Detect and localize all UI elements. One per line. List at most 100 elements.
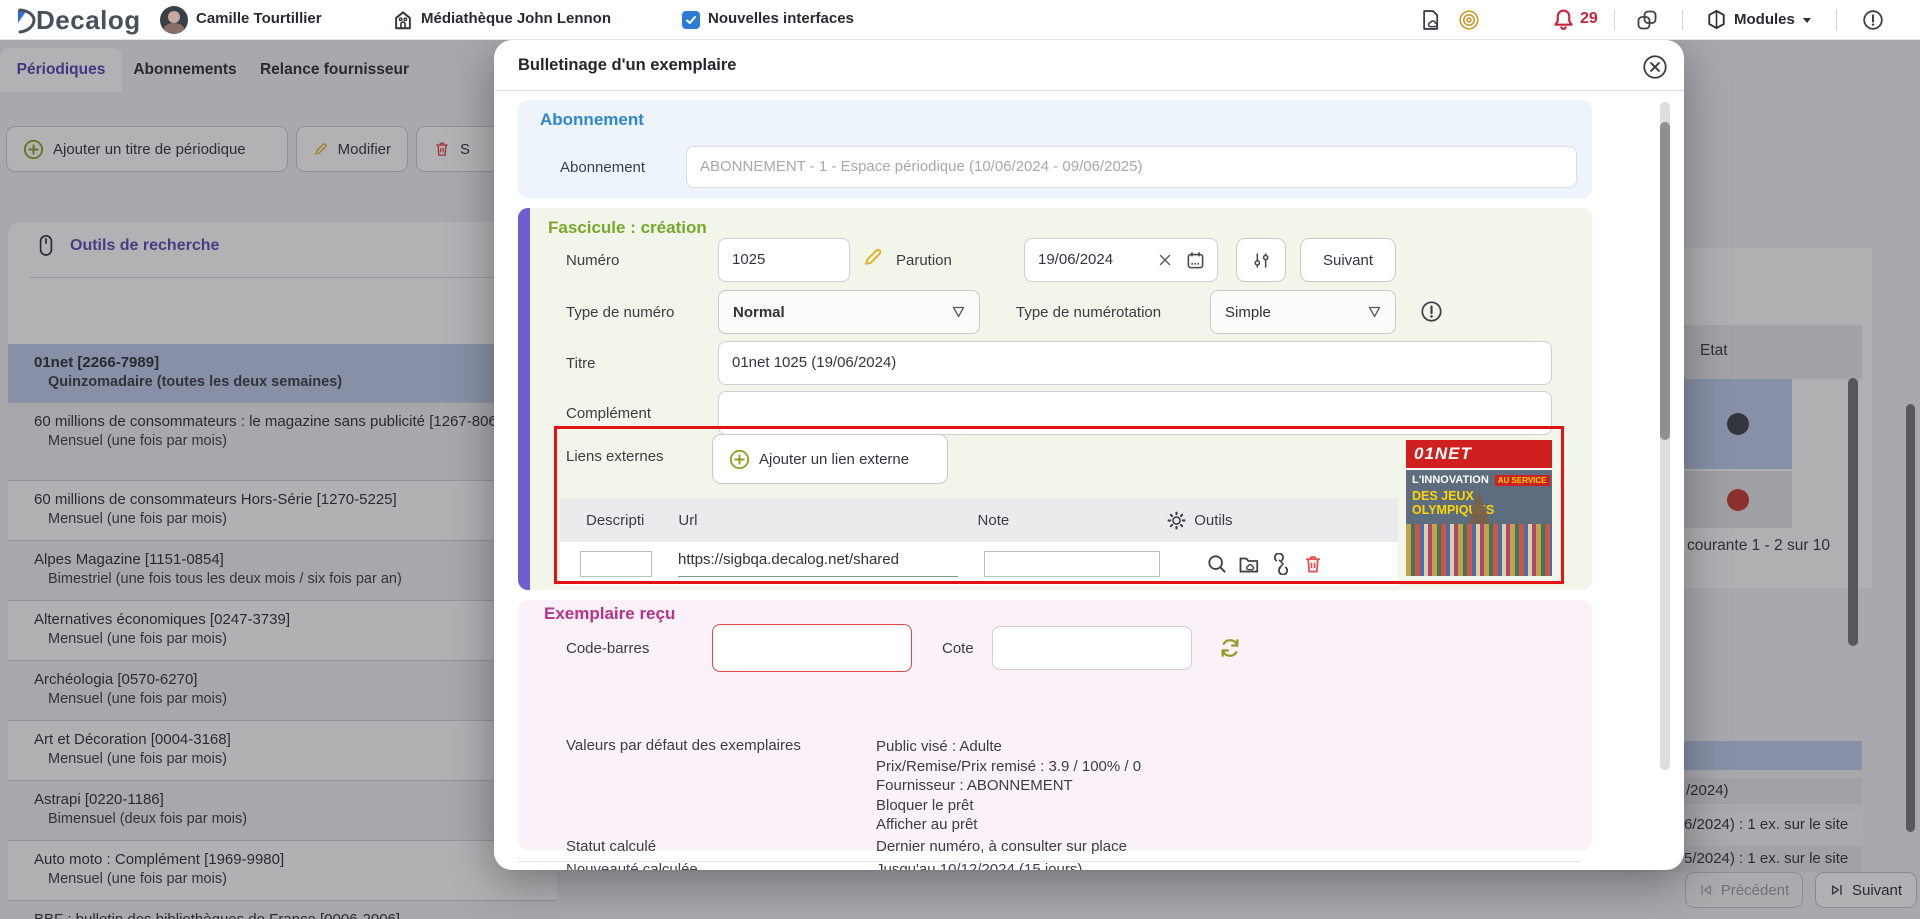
notification-count-badge: 29 (1580, 10, 1598, 28)
default-value: Bloquer le prêt (876, 796, 1141, 816)
modules-label: Modules (1734, 11, 1795, 28)
check-icon (685, 14, 697, 26)
col-outils-label: Outils (1194, 512, 1232, 529)
links-table-header: Descripti Url Note Outils (560, 498, 1398, 542)
parution-value: 19/06/2024 (1038, 251, 1113, 268)
type-numero-value: Normal (733, 304, 785, 321)
filters-button[interactable] (1236, 238, 1286, 282)
library-building-icon (392, 9, 414, 31)
add-external-link-label: Ajouter un lien externe (759, 451, 909, 468)
crowd-graphic (1406, 524, 1552, 576)
fascicule-section: Fascicule : création Numéro 1025 Parutio… (518, 208, 1592, 590)
add-external-link-button[interactable]: Ajouter un lien externe (712, 434, 948, 484)
close-icon (1642, 54, 1668, 80)
link-chain-icon[interactable] (1636, 9, 1658, 31)
liens-externes-label: Liens externes (566, 448, 664, 465)
type-numero-label: Type de numéro (566, 304, 674, 321)
col-url: Url (678, 512, 697, 529)
parution-date-input[interactable]: 19/06/2024 (1024, 238, 1218, 282)
clear-icon[interactable] (1157, 252, 1173, 268)
calendar-icon[interactable] (1186, 251, 1205, 270)
magazine-cover: 01NET L'INNOVATIONAU SERVICE DES JEUX OL… (1406, 440, 1552, 576)
modal-scrollbar-thumb[interactable] (1660, 122, 1670, 440)
default-value: Public visé : Adulte (876, 737, 1141, 757)
logo-text: Decalog (36, 5, 141, 36)
modules-icon (1706, 9, 1727, 30)
abonnement-section-title: Abonnement (540, 110, 644, 130)
cover-line1: L'INNOVATION (1406, 470, 1489, 486)
divider (494, 90, 1684, 91)
parution-label: Parution (896, 252, 952, 269)
search-icon[interactable] (1206, 553, 1228, 575)
default-value: Afficher au prêt (876, 815, 1141, 835)
link-chain-icon[interactable] (1270, 553, 1292, 575)
notifications-bell-icon[interactable] (1552, 8, 1575, 31)
modal-title: Bulletinage d'un exemplaire (518, 56, 736, 75)
new-interfaces-label: Nouvelles interfaces (708, 10, 854, 27)
chevron-down-icon (1368, 306, 1381, 318)
numero-label: Numéro (566, 252, 619, 269)
modules-menu[interactable]: Modules (1706, 9, 1812, 30)
bulletinage-modal: Bulletinage d'un exemplaire Abonnement A… (494, 40, 1684, 870)
url-input[interactable]: https://sigbqa.decalog.net/shared (678, 551, 958, 577)
exemplaire-section-title: Exemplaire reçu (544, 604, 675, 624)
avatar[interactable] (160, 6, 188, 34)
col-description: Descripti (586, 512, 644, 529)
warning-icon[interactable] (1420, 300, 1443, 323)
suivant-button[interactable]: Suivant (1300, 238, 1396, 282)
col-outils: Outils (1167, 511, 1232, 530)
abonnement-field-label: Abonnement (560, 159, 645, 176)
folder-cloud-icon[interactable] (1238, 553, 1260, 575)
logo-pennant-icon (14, 7, 36, 35)
plus-circle-icon (729, 449, 750, 470)
broadcast-target-icon[interactable] (1458, 9, 1480, 31)
statut-label: Statut calculé (566, 838, 656, 855)
section-accent-bar (518, 208, 530, 590)
exemplaire-section: Exemplaire reçu Code-barres Cote Valeurs… (518, 600, 1592, 850)
cover-masthead: 01NET (1406, 440, 1552, 470)
default-value: Fournisseur : ABONNEMENT (876, 776, 1141, 796)
defaults-values: Public visé : Adulte Prix/Remise/Prix re… (876, 737, 1141, 835)
defaults-label: Valeurs par défaut des exemplaires (566, 737, 801, 754)
sliders-icon (1252, 251, 1271, 270)
cote-input[interactable] (992, 626, 1192, 670)
app-header: Decalog Camille Tourtillier Médiathèque … (0, 0, 1920, 40)
user-name[interactable]: Camille Tourtillier (196, 10, 322, 27)
abonnement-section: Abonnement Abonnement ABONNEMENT - 1 - E… (518, 100, 1592, 198)
complement-label: Complément (566, 405, 651, 422)
titre-label: Titre (566, 355, 595, 372)
type-numero-select[interactable]: Normal (718, 290, 980, 334)
statut-value: Dernier numéro, à consulter sur place (876, 838, 1127, 855)
type-numerotation-label: Type de numérotation (1016, 304, 1161, 321)
nouveaute-label: Nouveauté calculée (566, 861, 698, 870)
abonnement-input[interactable]: ABONNEMENT - 1 - Espace périodique (10/0… (686, 146, 1577, 188)
info-icon[interactable] (1862, 9, 1884, 31)
pencil-icon[interactable] (862, 246, 884, 268)
library-name[interactable]: Médiathèque John Lennon (421, 10, 611, 27)
divider (518, 861, 1580, 862)
nouveaute-value: Jusqu'au 10/12/2024 (15 jours) (876, 861, 1082, 870)
titre-input[interactable]: 01net 1025 (19/06/2024) (718, 341, 1552, 385)
app-logo[interactable]: Decalog (14, 5, 141, 36)
cover-line2: AU SERVICE (1495, 475, 1550, 486)
new-interfaces-checkbox[interactable] (682, 11, 700, 29)
divider (1836, 10, 1837, 30)
note-input[interactable] (984, 551, 1160, 577)
fascicule-section-title: Fascicule : création (548, 218, 707, 238)
description-input[interactable] (580, 551, 652, 577)
chevron-down-icon (952, 306, 965, 318)
col-note: Note (978, 512, 1010, 529)
suivant-label: Suivant (1323, 252, 1373, 269)
divider (1682, 10, 1683, 30)
code-barres-input[interactable] (712, 624, 912, 672)
refresh-icon[interactable] (1218, 636, 1242, 660)
numero-input[interactable]: 1025 (718, 238, 850, 282)
divider (1614, 10, 1615, 30)
delete-link-trash-icon[interactable] (1302, 553, 1324, 575)
code-barres-label: Code-barres (566, 640, 649, 657)
type-numerotation-select[interactable]: Simple (1210, 290, 1396, 334)
type-numerotation-value: Simple (1225, 304, 1271, 321)
complement-input[interactable] (718, 391, 1552, 435)
file-cloud-icon[interactable] (1420, 9, 1442, 31)
close-button[interactable] (1640, 52, 1670, 82)
